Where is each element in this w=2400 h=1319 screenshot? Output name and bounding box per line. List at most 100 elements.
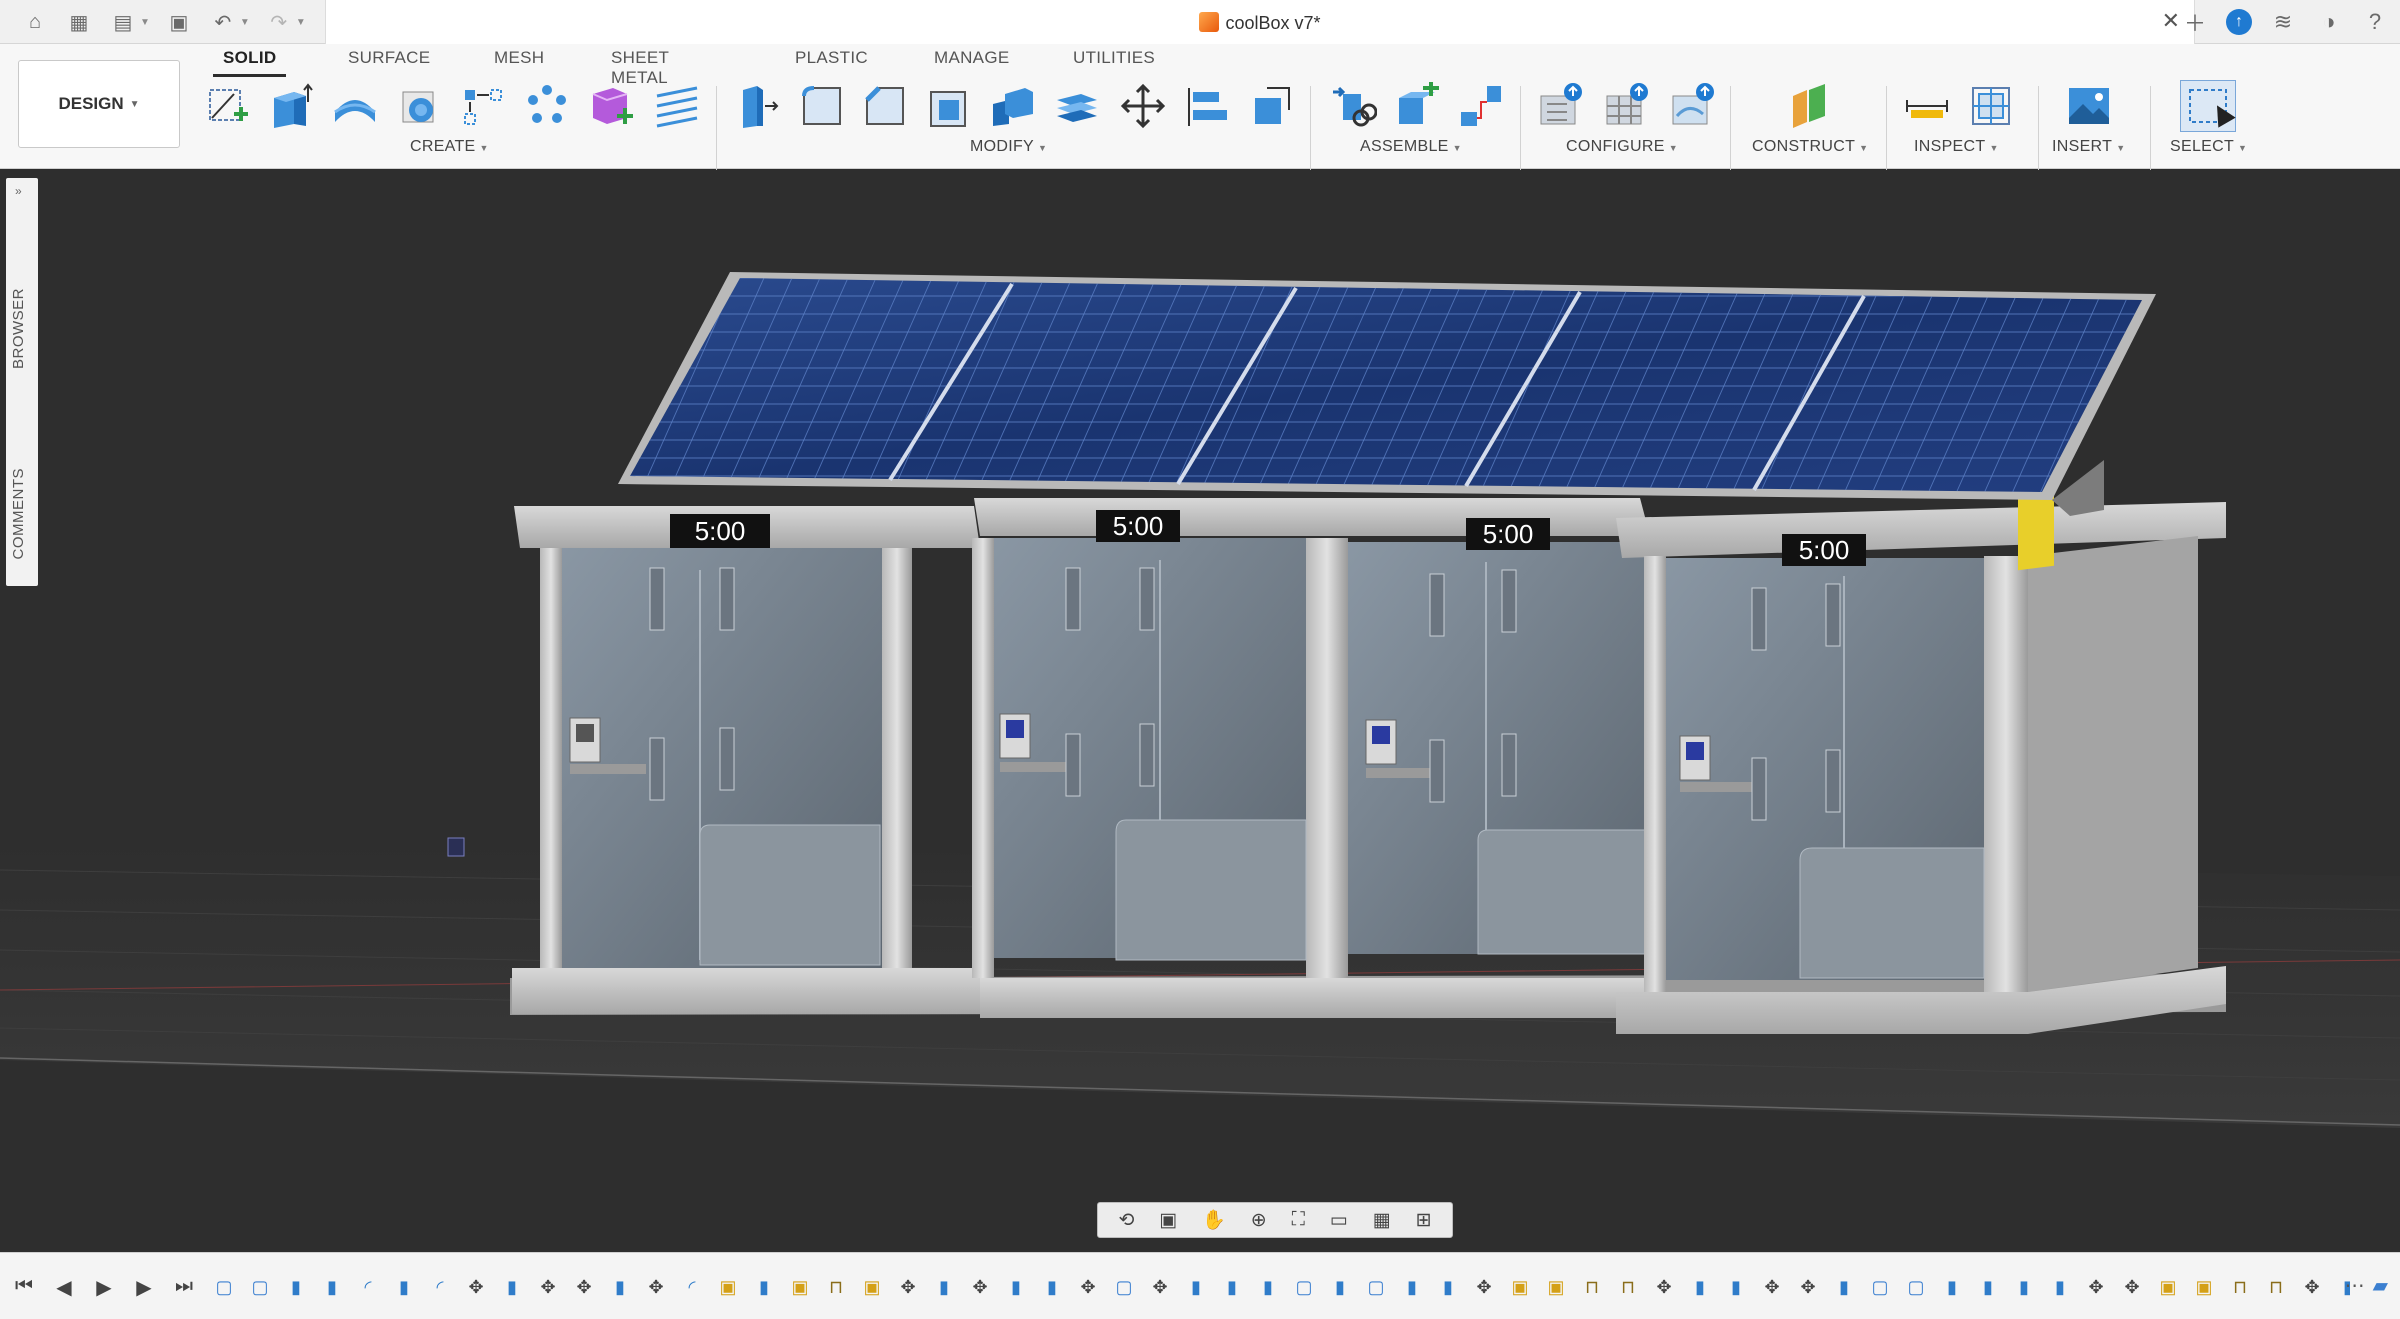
move-feature-icon[interactable]: ✥ xyxy=(1794,1274,1822,1300)
move-feature-icon[interactable]: ✥ xyxy=(1758,1274,1786,1300)
redo-caret-icon[interactable]: ▼ xyxy=(296,17,306,28)
file-caret-icon[interactable]: ▼ xyxy=(140,17,150,28)
press-pull-icon[interactable] xyxy=(732,80,782,132)
create-sketch-icon[interactable] xyxy=(203,80,253,132)
document-tab[interactable]: coolBox v7* ✕ xyxy=(325,0,2195,44)
extrude-feature-icon[interactable]: ▮ xyxy=(1398,1274,1426,1300)
step-forward-icon[interactable]: ▶ xyxy=(132,1275,156,1300)
inspect-group-label[interactable]: INSPECT ▼ xyxy=(1914,138,1999,156)
configure-theme-icon[interactable] xyxy=(1668,80,1718,132)
align-icon[interactable] xyxy=(1182,80,1232,132)
new-component-link-icon[interactable] xyxy=(1328,80,1378,132)
go-to-start-icon[interactable]: ⏮ xyxy=(12,1275,36,1300)
sweep-icon[interactable] xyxy=(394,80,444,132)
extrude-feature-icon[interactable]: ▮ xyxy=(750,1274,778,1300)
tab-utilities[interactable]: UTILITIES xyxy=(1073,48,1155,68)
revolve-icon[interactable] xyxy=(330,80,380,132)
extrude-feature-icon[interactable]: ▮ xyxy=(930,1274,958,1300)
sketch-feature-icon[interactable]: ▢ xyxy=(1866,1274,1894,1300)
move-feature-icon[interactable]: ✥ xyxy=(1146,1274,1174,1300)
solar-panel[interactable] xyxy=(618,272,2156,516)
extrude-feature-icon[interactable]: ▮ xyxy=(1722,1274,1750,1300)
door-handle[interactable] xyxy=(570,764,646,774)
orbit-icon[interactable]: ⟲ xyxy=(1118,1209,1134,1232)
pan-icon[interactable]: ✋ xyxy=(1202,1208,1226,1232)
grid-settings-icon[interactable]: ▦ xyxy=(1373,1209,1391,1232)
browser-tab[interactable]: BROWSER xyxy=(10,288,27,369)
circular-pattern-icon[interactable] xyxy=(522,80,572,132)
extrude-icon[interactable] xyxy=(265,80,315,132)
redo-icon[interactable]: ↷ xyxy=(264,7,294,37)
model-scene[interactable] xyxy=(0,170,2400,1252)
extrude-feature-icon[interactable]: ▮ xyxy=(390,1274,418,1300)
extrude-feature-icon[interactable]: ▮ xyxy=(1218,1274,1246,1300)
offset-plane-icon[interactable] xyxy=(1784,80,1834,132)
insert-image-icon[interactable] xyxy=(2064,80,2114,132)
undo-icon[interactable]: ↶ xyxy=(208,7,238,37)
home-icon[interactable]: ⌂ xyxy=(20,7,50,37)
save-icon[interactable]: ▣ xyxy=(164,7,194,37)
go-to-end-icon[interactable]: ⏭ xyxy=(172,1275,196,1300)
move-feature-icon[interactable]: ✥ xyxy=(1470,1274,1498,1300)
move-feature-icon[interactable]: ✥ xyxy=(966,1274,994,1300)
door-handle[interactable] xyxy=(1000,762,1070,772)
extrude-feature-icon[interactable]: ▮ xyxy=(2010,1274,2038,1300)
timeline-group-icon[interactable]: ▰ xyxy=(2373,1273,2388,1298)
fillet-feature-icon[interactable]: ◜ xyxy=(354,1274,382,1300)
tab-mesh[interactable]: MESH xyxy=(494,48,544,68)
tab-plastic[interactable]: PLASTIC xyxy=(795,48,868,68)
move-feature-icon[interactable]: ✥ xyxy=(2118,1274,2146,1300)
measure-icon[interactable] xyxy=(1902,80,1952,132)
create-form-icon[interactable] xyxy=(586,80,636,132)
configure-rule-icon[interactable] xyxy=(1602,80,1652,132)
move-feature-icon[interactable]: ✥ xyxy=(894,1274,922,1300)
component-feature-icon[interactable]: ▣ xyxy=(1542,1274,1570,1300)
shell-icon[interactable] xyxy=(924,80,974,132)
door-handle[interactable] xyxy=(1680,782,1754,792)
select-group-label[interactable]: SELECT ▼ xyxy=(2170,138,2247,156)
extrude-feature-icon[interactable]: ▮ xyxy=(1830,1274,1858,1300)
extrude-feature-icon[interactable]: ▮ xyxy=(1038,1274,1066,1300)
extrude-feature-icon[interactable]: ▮ xyxy=(1974,1274,2002,1300)
configure-group-label[interactable]: CONFIGURE ▼ xyxy=(1566,138,1678,156)
new-component-icon[interactable] xyxy=(1392,80,1442,132)
component-feature-icon[interactable]: ▣ xyxy=(2154,1274,2182,1300)
component-feature-icon[interactable]: ▣ xyxy=(714,1274,742,1300)
expand-icon[interactable]: » xyxy=(15,184,22,198)
interference-icon[interactable] xyxy=(1966,80,2016,132)
3d-viewport[interactable]: 5:00 5:00 5:00 5:00 xyxy=(0,170,2400,1252)
extrude-feature-icon[interactable]: ▮ xyxy=(1326,1274,1354,1300)
workspace-switcher-button[interactable]: DESIGN ▼ xyxy=(18,60,180,148)
scale-icon[interactable] xyxy=(1246,80,1296,132)
move-feature-icon[interactable]: ✥ xyxy=(642,1274,670,1300)
joint-feature-icon[interactable]: ⊓ xyxy=(2262,1274,2290,1300)
chamfer-icon[interactable] xyxy=(860,80,910,132)
extrude-feature-icon[interactable]: ▮ xyxy=(1002,1274,1030,1300)
joint-feature-icon[interactable]: ⊓ xyxy=(822,1274,850,1300)
extrude-feature-icon[interactable]: ▮ xyxy=(498,1274,526,1300)
sketch-feature-icon[interactable]: ▢ xyxy=(210,1274,238,1300)
fillet-feature-icon[interactable]: ◜ xyxy=(678,1274,706,1300)
sketch-feature-icon[interactable]: ▢ xyxy=(1290,1274,1318,1300)
move-feature-icon[interactable]: ✥ xyxy=(534,1274,562,1300)
tab-manage[interactable]: MANAGE xyxy=(934,48,1009,68)
component-feature-icon[interactable]: ▣ xyxy=(2190,1274,2218,1300)
fillet-icon[interactable] xyxy=(797,80,847,132)
extrude-feature-icon[interactable]: ▮ xyxy=(2046,1274,2074,1300)
undo-caret-icon[interactable]: ▼ xyxy=(240,17,250,28)
grid-icon[interactable]: ▦ xyxy=(64,7,94,37)
move-copy-icon[interactable] xyxy=(1118,80,1168,132)
door-handle[interactable] xyxy=(1366,768,1436,778)
modify-group-label[interactable]: MODIFY ▼ xyxy=(970,138,1047,156)
rectangular-pattern-icon[interactable] xyxy=(458,80,508,132)
component-feature-icon[interactable]: ▣ xyxy=(786,1274,814,1300)
move-feature-icon[interactable]: ✥ xyxy=(2298,1274,2326,1300)
sketch-feature-icon[interactable]: ▢ xyxy=(246,1274,274,1300)
sketch-feature-icon[interactable]: ▢ xyxy=(1902,1274,1930,1300)
timeline-options-icon[interactable]: ⋯ xyxy=(2345,1273,2365,1298)
notifications-icon[interactable]: ◑ xyxy=(2314,7,2344,37)
joint-feature-icon[interactable]: ⊓ xyxy=(1614,1274,1642,1300)
file-icon[interactable]: ▤ xyxy=(108,7,138,37)
extrude-feature-icon[interactable]: ▮ xyxy=(282,1274,310,1300)
joint-feature-icon[interactable]: ⊓ xyxy=(1578,1274,1606,1300)
